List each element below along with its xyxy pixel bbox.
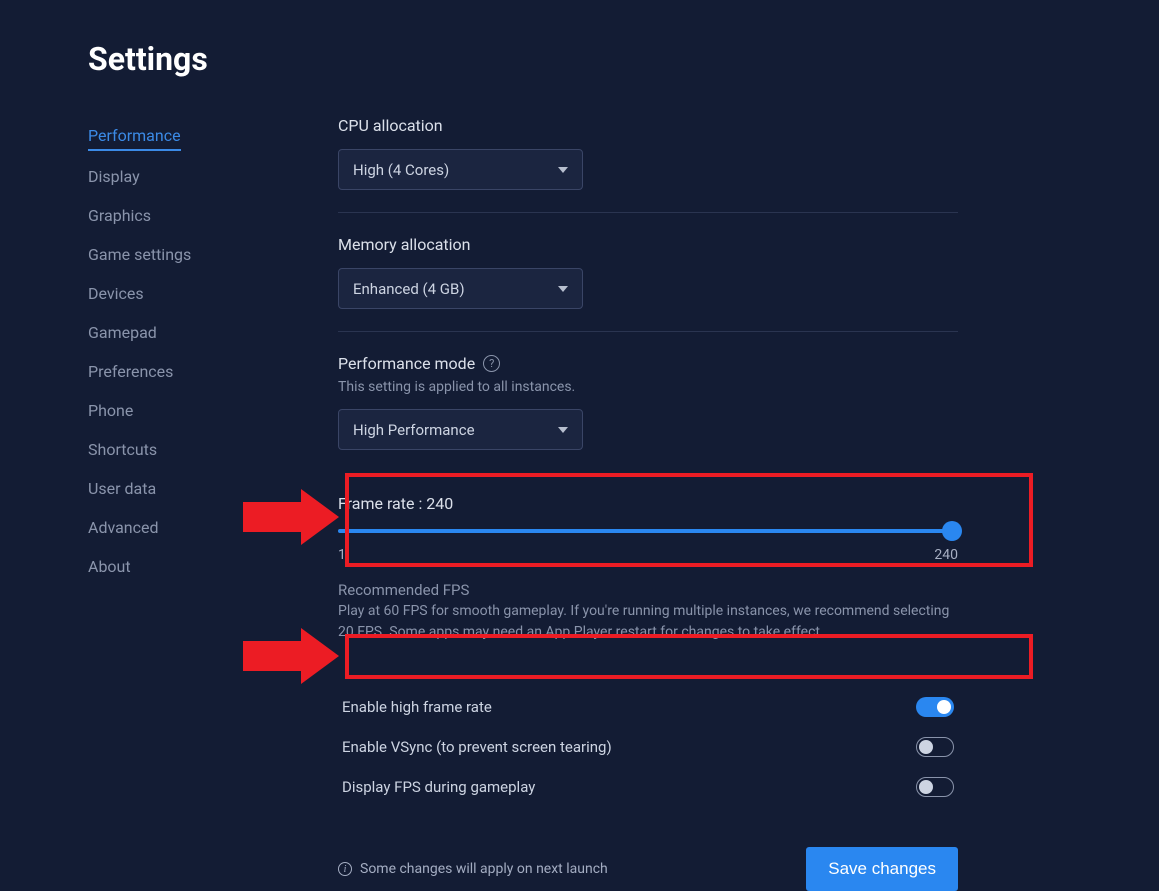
frame-rate-min: 1 — [338, 547, 346, 563]
sidebar-item-preferences[interactable]: Preferences — [88, 352, 288, 391]
memory-allocation-label: Memory allocation — [338, 235, 958, 254]
sidebar-item-game-settings[interactable]: Game settings — [88, 235, 288, 274]
footer-info-text: Some changes will apply on next launch — [360, 861, 608, 877]
frame-rate-value: 240 — [426, 494, 453, 513]
sidebar-item-graphics[interactable]: Graphics — [88, 196, 288, 235]
enable-high-frame-rate-label: Enable high frame rate — [342, 698, 492, 716]
frame-rate-label: Frame rate : 240 — [338, 494, 958, 513]
performance-mode-select[interactable]: High Performance — [338, 409, 583, 450]
enable-vsync-label: Enable VSync (to prevent screen tearing) — [342, 738, 612, 756]
main-panel: CPU allocation High (4 Cores) Memory all… — [338, 116, 1018, 891]
save-changes-button[interactable]: Save changes — [806, 847, 958, 891]
display-fps-label: Display FPS during gameplay — [342, 778, 535, 796]
chevron-down-icon — [558, 427, 568, 433]
frame-rate-slider[interactable] — [338, 527, 958, 535]
recommended-fps-title: Recommended FPS — [338, 581, 958, 599]
slider-thumb[interactable] — [942, 521, 962, 541]
help-icon[interactable]: ? — [483, 355, 500, 372]
cpu-allocation-select[interactable]: High (4 Cores) — [338, 149, 583, 190]
display-fps-toggle[interactable] — [916, 777, 954, 797]
frame-rate-label-prefix: Frame rate : — [338, 494, 426, 513]
sidebar-item-gamepad[interactable]: Gamepad — [88, 313, 288, 352]
frame-rate-max: 240 — [934, 547, 958, 563]
sidebar-item-about[interactable]: About — [88, 547, 288, 586]
sidebar-item-devices[interactable]: Devices — [88, 274, 288, 313]
performance-mode-value: High Performance — [353, 421, 475, 439]
sidebar-item-shortcuts[interactable]: Shortcuts — [88, 430, 288, 469]
sidebar-item-performance[interactable]: Performance — [88, 116, 181, 151]
sidebar-item-display[interactable]: Display — [88, 157, 288, 196]
sidebar-item-advanced[interactable]: Advanced — [88, 508, 288, 547]
performance-mode-subtext: This setting is applied to all instances… — [338, 379, 958, 395]
memory-allocation-value: Enhanced (4 GB) — [353, 280, 465, 298]
enable-vsync-toggle[interactable] — [916, 737, 954, 757]
sidebar: Performance Display Graphics Game settin… — [88, 116, 288, 891]
sidebar-item-phone[interactable]: Phone — [88, 391, 288, 430]
page-title: Settings — [88, 40, 1159, 78]
recommended-fps-text: Play at 60 FPS for smooth gameplay. If y… — [338, 601, 958, 643]
cpu-allocation-label: CPU allocation — [338, 116, 958, 135]
info-icon: i — [338, 862, 352, 876]
enable-high-frame-rate-toggle[interactable] — [916, 697, 954, 717]
performance-mode-label: Performance mode — [338, 354, 475, 373]
cpu-allocation-value: High (4 Cores) — [353, 161, 449, 179]
sidebar-item-user-data[interactable]: User data — [88, 469, 288, 508]
memory-allocation-select[interactable]: Enhanced (4 GB) — [338, 268, 583, 309]
chevron-down-icon — [558, 286, 568, 292]
chevron-down-icon — [558, 167, 568, 173]
